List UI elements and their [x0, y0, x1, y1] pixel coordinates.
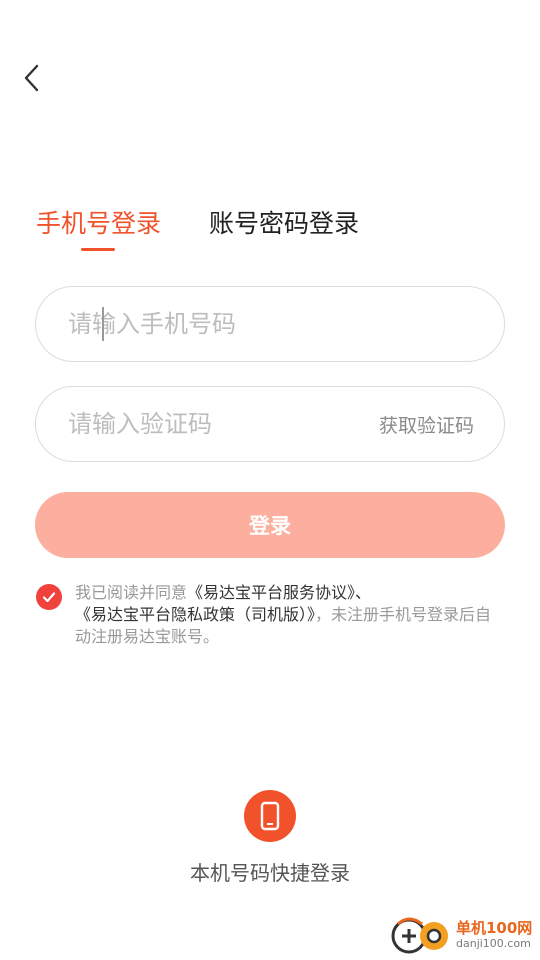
checkmark-icon — [42, 592, 56, 603]
tab-password-login-label: 账号密码登录 — [209, 209, 360, 238]
quick-login-label[interactable]: 本机号码快捷登录 — [190, 857, 350, 886]
agreement-checkbox[interactable] — [36, 584, 62, 610]
phone-icon — [260, 801, 280, 831]
phone-field[interactable] — [35, 286, 505, 362]
tab-password-login[interactable]: 账号密码登录 — [209, 206, 359, 242]
watermark: 单机100网 danji100.com — [390, 916, 532, 956]
service-agreement-link[interactable]: 《易达宝平台服务协议》、 — [187, 583, 371, 602]
tab-phone-login[interactable]: 手机号登录 — [36, 206, 162, 251]
agreement-text: 我已阅读并同意《易达宝平台服务协议》、 《易达宝平台隐私政策（司机版）》，未注册手… — [75, 582, 506, 648]
active-tab-indicator — [81, 248, 115, 251]
login-tabs: 手机号登录 账号密码登录 — [36, 206, 359, 251]
watermark-url: danji100.com — [456, 937, 531, 950]
phone-input[interactable] — [68, 310, 474, 338]
get-code-button[interactable]: 获取验证码 — [379, 411, 474, 438]
tab-phone-login-label: 手机号登录 — [36, 209, 162, 238]
watermark-cn: 单机100网 — [456, 919, 533, 937]
verification-code-input[interactable] — [68, 410, 379, 438]
watermark-logo-icon — [391, 917, 448, 954]
login-page: 手机号登录 账号密码登录 获取验证码 登录 我已阅读并同意《易达宝平台服务协议》… — [0, 0, 540, 960]
back-button[interactable] — [14, 58, 50, 98]
watermark-text: 单机100网 danji100.com — [456, 921, 532, 951]
agreement-row: 我已阅读并同意《易达宝平台服务协议》、 《易达宝平台隐私政策（司机版）》，未注册手… — [36, 582, 506, 648]
quick-login: 本机号码快捷登录 — [0, 790, 540, 886]
login-button[interactable]: 登录 — [35, 492, 505, 558]
chevron-left-icon — [24, 64, 39, 92]
quick-login-button[interactable] — [244, 790, 296, 842]
privacy-policy-link[interactable]: 《易达宝平台隐私政策（司机版）》 — [75, 605, 315, 624]
agreement-prefix: 我已阅读并同意 — [75, 583, 188, 602]
text-cursor — [102, 307, 104, 341]
code-field[interactable]: 获取验证码 — [35, 386, 505, 462]
